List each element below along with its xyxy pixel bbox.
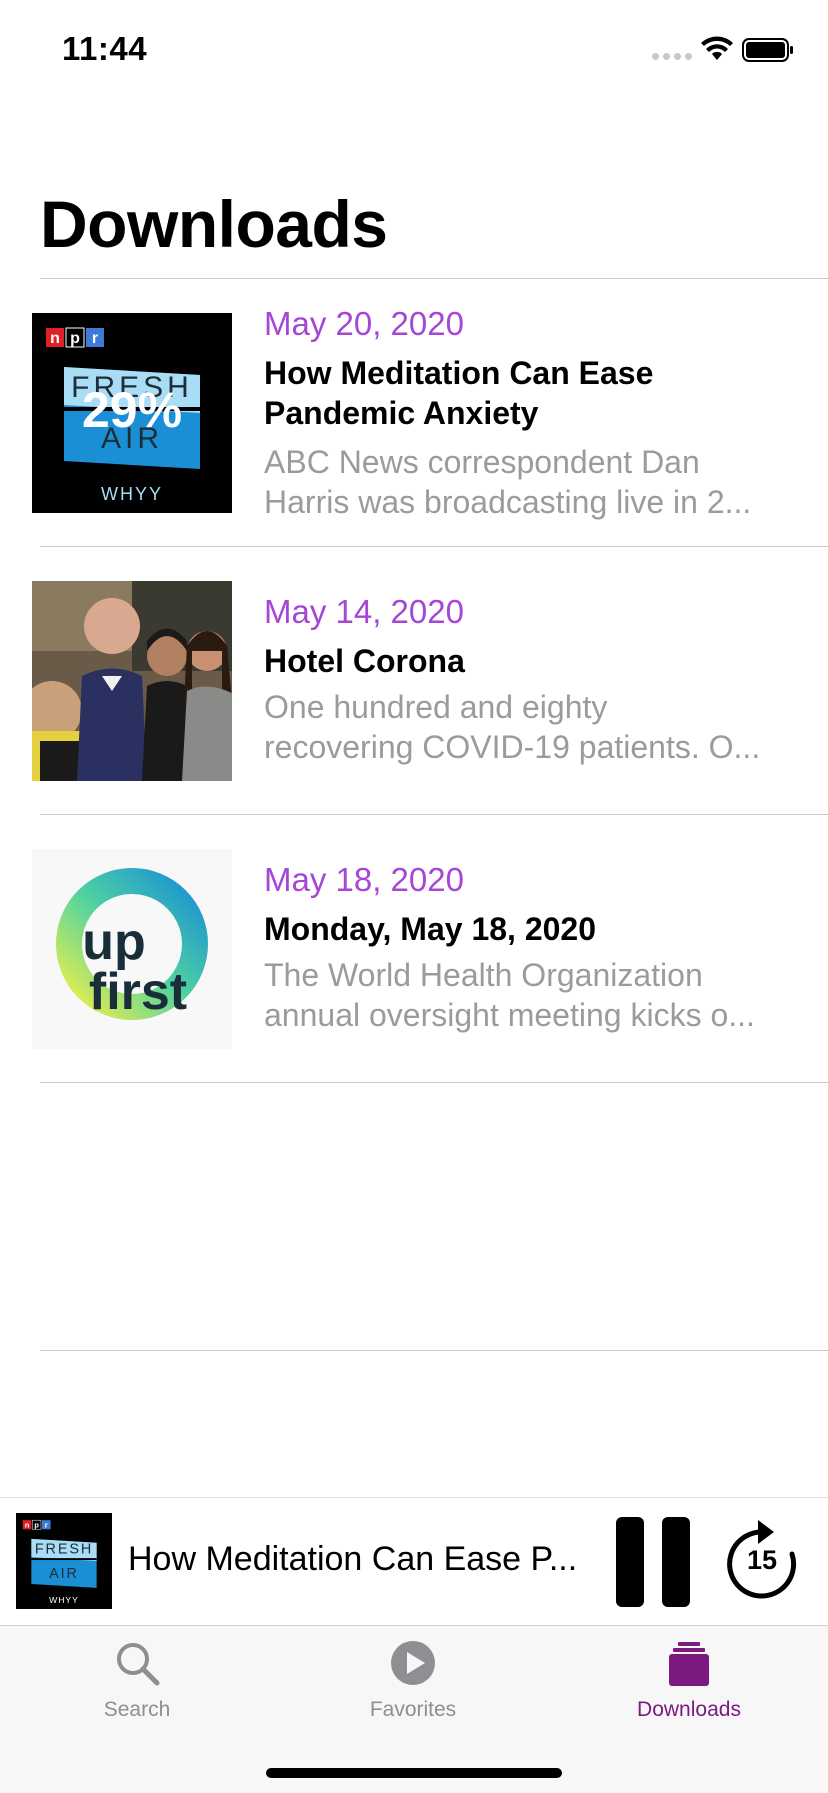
wifi-icon (701, 36, 733, 60)
episode-description: ABC News correspondent Dan Harris was br… (264, 442, 804, 522)
page-title: Downloads (40, 187, 388, 261)
svg-text:n: n (25, 1520, 30, 1529)
search-icon (117, 1643, 160, 1686)
svg-text:p: p (70, 330, 80, 347)
svg-text:r: r (92, 330, 98, 347)
episode-title: Monday, May 18, 2020 (264, 911, 596, 947)
skip-seconds-label: 15 (746, 1545, 778, 1575)
stack-icon (669, 1642, 709, 1686)
mini-player-title: How Meditation Can Ease P... (128, 1540, 578, 1578)
episode-description-line: ABC News correspondent Dan (264, 444, 700, 480)
skip-forward-button[interactable]: 15 (722, 1518, 802, 1602)
svg-text:AIR: AIR (49, 1566, 79, 1582)
episode-row[interactable]: May 14, 2020 Hotel Corona One hundred an… (0, 547, 828, 814)
episode-artwork: n p r FRESH AIR WHYY 29% (32, 313, 232, 513)
svg-text:FRESH: FRESH (35, 1541, 93, 1557)
pause-icon (616, 1517, 644, 1607)
download-progress-label: 29% (81, 382, 183, 438)
tab-downloads[interactable]: Downloads (589, 1626, 789, 1726)
tab-label: Downloads (637, 1698, 741, 1721)
episode-description-line: The World Health Organization (264, 957, 703, 993)
svg-text:r: r (45, 1520, 48, 1529)
svg-text:WHYY: WHYY (49, 1595, 79, 1605)
cellular-signal-icon (652, 53, 692, 61)
episode-date: May 14, 2020 (264, 593, 464, 630)
episode-description: One hundred and eighty recovering COVID-… (264, 687, 804, 767)
episode-title: How Meditation Can Ease Pandemic Anxiety (264, 355, 654, 431)
status-time: 11:44 (62, 30, 148, 67)
episode-title: Hotel Corona (264, 643, 465, 679)
tab-label: Favorites (369, 1698, 457, 1721)
tab-bar: Search Favorites Downloads (0, 1625, 828, 1793)
svg-text:p: p (34, 1520, 39, 1529)
fresh-air-logo: n p r FRESH AIR WHYY (16, 1513, 112, 1609)
group-photo-image (32, 581, 232, 781)
svg-text:WHYY: WHYY (101, 484, 163, 504)
episode-row[interactable]: up first May 18, 2020 Monday, May 18, 20… (0, 815, 828, 1082)
play-circle-icon (391, 1641, 435, 1685)
episode-description-line: One hundred and eighty (264, 689, 608, 725)
status-bar: 11:44 (0, 0, 828, 100)
tab-label: Search (103, 1698, 171, 1721)
episode-description-line: annual oversight meeting kicks o... (264, 997, 755, 1033)
episode-description: The World Health Organization annual ove… (264, 955, 804, 1035)
tab-search[interactable]: Search (37, 1626, 237, 1726)
episode-artwork (32, 581, 232, 781)
svg-text:n: n (50, 330, 60, 347)
battery-icon (742, 38, 793, 62)
episode-row[interactable]: n p r FRESH AIR WHYY 29% May 20, 2020 Ho… (0, 279, 828, 546)
episode-description-line: Harris was broadcasting live in 2... (264, 484, 752, 520)
mini-player[interactable]: n p r FRESH AIR WHYY How Meditation Can … (0, 1497, 828, 1626)
svg-text:first: first (89, 963, 187, 1021)
divider (40, 1082, 828, 1083)
pause-icon (662, 1517, 690, 1607)
mini-player-artwork: n p r FRESH AIR WHYY (16, 1513, 112, 1609)
pause-button[interactable] (616, 1517, 690, 1607)
episode-description-line: recovering COVID-19 patients. O... (264, 729, 761, 765)
episode-date: May 18, 2020 (264, 861, 464, 898)
episode-artwork: up first (32, 849, 232, 1049)
home-indicator (266, 1768, 562, 1778)
tab-favorites[interactable]: Favorites (313, 1626, 513, 1726)
episode-date: May 20, 2020 (264, 305, 464, 342)
up-first-logo: up first (32, 849, 232, 1049)
divider (40, 1350, 828, 1351)
